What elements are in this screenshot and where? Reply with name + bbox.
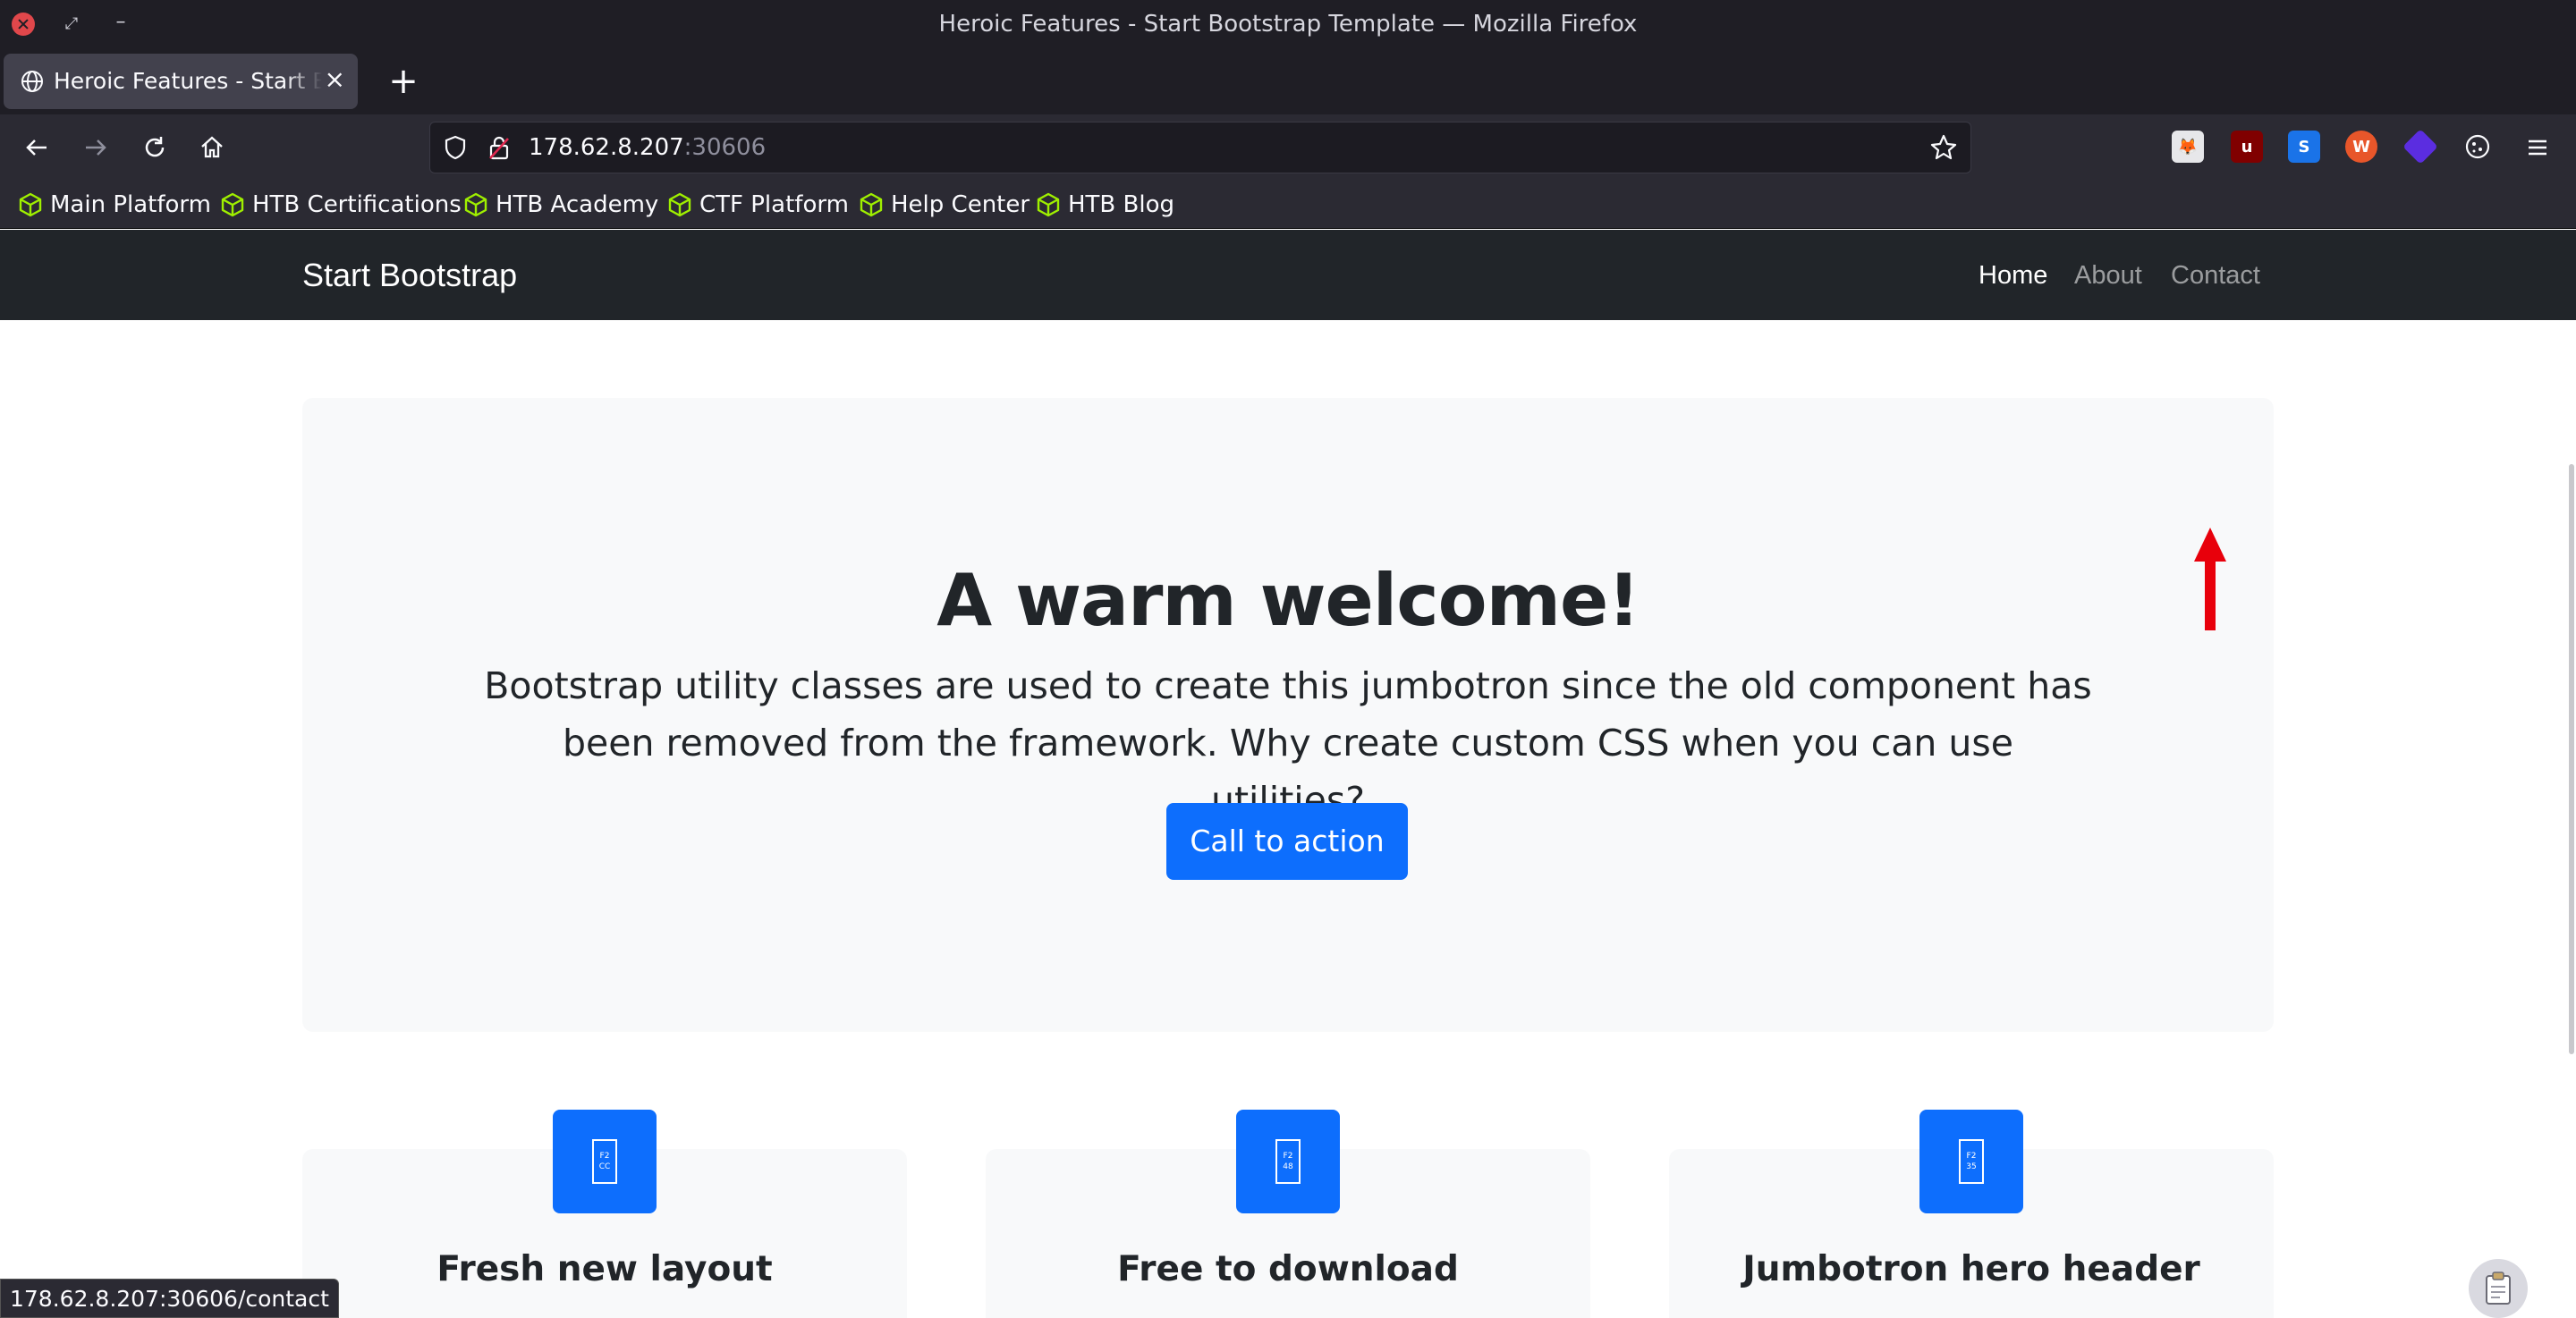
page-scrollbar[interactable] [2569,464,2574,1054]
nav-link-about[interactable]: About [2074,261,2142,291]
feature-title: Free to download [1117,1249,1459,1289]
tracking-protection-shield-icon[interactable] [443,134,468,161]
ublock-origin-icon[interactable]: u [2231,131,2263,163]
htb-cube-icon [1037,192,1060,217]
bookmark-ctf-platform[interactable]: CTF Platform [667,190,849,220]
missing-glyph-icon: F2 CC [592,1139,617,1184]
cookie-editor-icon[interactable] [2462,131,2494,163]
tab-close-icon[interactable]: × [325,64,345,94]
page-viewport: Start Bootstrap Home About Contact A war… [0,230,2576,1318]
htb-cube-icon [668,192,691,217]
feature-card: F2 48 Free to download [986,1110,1590,1318]
bookmark-label: Help Center [891,191,1030,218]
missing-glyph-icon: F2 48 [1275,1139,1301,1184]
wappalyzer-icon[interactable]: W [2345,131,2377,163]
bookmark-label: HTB Blog [1068,191,1175,218]
bookmark-htb-certifications[interactable]: HTB Certifications [220,190,462,220]
feature-card: F2 CC Fresh new layout [302,1110,907,1318]
link-status-bar: 178.62.8.207:30606/contact [0,1279,339,1318]
collection-icon: F2 CC [553,1110,657,1213]
htb-cube-icon [860,192,883,217]
url-port: :30606 [683,134,767,161]
url-text: 178.62.8.207:30606 [529,134,766,161]
purple-extension-icon[interactable] [2402,129,2438,165]
feature-card: F2 35 Jumbotron hero header [1669,1110,2274,1318]
tab-label: Heroic Features - Start Bootstrap Templa… [54,68,322,94]
tab-strip: Heroic Features - Start Bootstrap Templa… [0,46,2576,114]
s-extension-icon[interactable]: S [2288,131,2320,163]
tab-heroic-features[interactable]: Heroic Features - Start Bootstrap Templa… [4,54,358,109]
annotation-arrow-icon [2194,528,2226,630]
globe-icon [21,71,43,92]
htb-cube-icon [221,192,244,217]
bookmark-label: CTF Platform [699,191,849,218]
htb-cube-icon [19,192,42,217]
cloud-download-icon: F2 48 [1236,1110,1340,1213]
browser-toolbar: 178.62.8.207:30606 🦊 u S W [0,114,2576,181]
insecure-lock-icon[interactable] [487,134,511,161]
reload-icon[interactable] [136,129,174,166]
clipboard-icon[interactable] [2469,1259,2528,1318]
feature-title: Jumbotron hero header [1742,1249,2200,1289]
bookmark-htb-blog[interactable]: HTB Blog [1036,190,1174,220]
new-tab-button[interactable]: + [379,57,428,106]
foxyproxy-icon[interactable]: 🦊 [2172,131,2204,163]
htb-cube-icon [464,192,487,217]
nav-link-home[interactable]: Home [1979,261,2047,291]
app-menu-icon[interactable] [2519,129,2556,166]
window-title: Heroic Features - Start Bootstrap Templa… [938,11,1638,38]
bookmark-star-icon[interactable] [1929,133,1958,162]
missing-glyph-icon: F2 35 [1959,1139,1984,1184]
window-titlebar: ⤢ – Heroic Features - Start Bootstrap Te… [0,0,2576,46]
card-heading-icon: F2 35 [1919,1110,2023,1213]
forward-icon[interactable] [77,129,114,166]
bookmark-main-platform[interactable]: Main Platform [18,190,211,220]
bookmark-label: Main Platform [50,191,211,218]
url-host: 178.62.8.207 [529,134,684,161]
call-to-action-button[interactable]: Call to action [1166,803,1408,880]
feature-title: Fresh new layout [436,1249,773,1289]
bookmark-htb-academy[interactable]: HTB Academy [463,190,658,220]
hero-jumbotron: A warm welcome! Bootstrap utility classe… [302,398,2274,1032]
bookmark-label: HTB Academy [496,191,659,218]
bookmarks-toolbar: Main Platform HTB Certifications HTB Aca… [0,181,2576,229]
nav-link-contact[interactable]: Contact [2171,261,2260,291]
bookmark-label: HTB Certifications [252,191,462,218]
back-icon[interactable] [18,129,55,166]
hero-title: A warm welcome! [936,559,1640,642]
home-icon[interactable] [193,129,231,166]
url-bar[interactable]: 178.62.8.207:30606 [429,122,1971,173]
site-navbar: Start Bootstrap Home About Contact [0,230,2576,320]
navbar-brand[interactable]: Start Bootstrap [302,257,517,294]
bookmark-help-center[interactable]: Help Center [859,190,1030,220]
